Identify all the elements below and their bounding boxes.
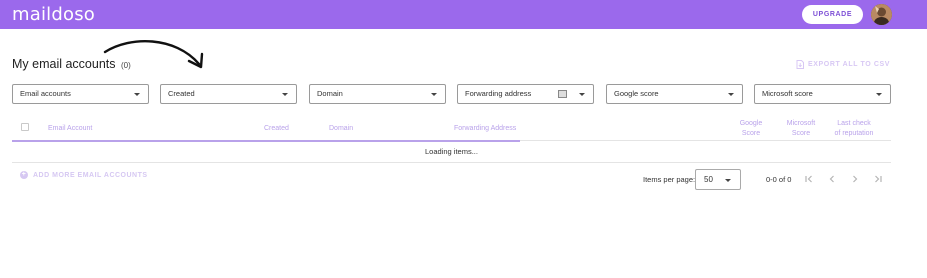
export-csv-label: EXPORT ALL TO CSV: [808, 61, 891, 68]
user-avatar-icon: [871, 4, 892, 25]
items-per-page-label: Items per page:: [643, 175, 696, 184]
upgrade-button[interactable]: UPGRADE: [802, 5, 863, 24]
chevron-down-icon: [728, 93, 734, 96]
filter-label: Forwarding address: [465, 89, 532, 98]
prev-page-icon: [829, 175, 834, 183]
column-header-line: Microsoft: [786, 120, 816, 127]
column-header-forwarding-address[interactable]: Forwarding Address: [454, 124, 516, 134]
next-page-button[interactable]: [849, 173, 861, 185]
first-page-icon: [805, 175, 812, 183]
filter-created[interactable]: Created: [160, 84, 297, 104]
prev-page-button[interactable]: [826, 173, 838, 185]
pagination-range: 0-0 of 0: [766, 175, 792, 184]
loading-message: Loading items...: [425, 147, 478, 156]
filter-forwarding-address[interactable]: Forwarding address: [457, 84, 594, 104]
chevron-down-icon: [431, 93, 437, 96]
chevron-down-icon: [134, 93, 140, 96]
filter-email-accounts[interactable]: Email accounts: [12, 84, 149, 104]
column-header-line: of reputation: [834, 130, 874, 137]
filter-domain[interactable]: Domain: [309, 84, 446, 104]
chevron-down-icon: [876, 93, 882, 96]
column-header-line: Google: [739, 120, 763, 127]
column-header-last-check[interactable]: Last check of reputation: [828, 119, 880, 139]
top-bar: maildoso UPGRADE: [0, 0, 927, 29]
filter-google-score[interactable]: Google score: [606, 84, 743, 104]
column-header-microsoft-score[interactable]: Microsoft Score: [776, 119, 826, 139]
items-per-page-value: 50: [704, 175, 713, 184]
column-header-line: Score: [791, 130, 811, 137]
export-csv-button[interactable]: EXPORT ALL TO CSV: [796, 60, 890, 69]
column-header-domain[interactable]: Domain: [329, 124, 353, 134]
filter-label: Email accounts: [20, 89, 71, 98]
avatar[interactable]: [871, 4, 892, 25]
next-page-icon: [853, 175, 858, 183]
filter-label: Domain: [317, 89, 343, 98]
chevron-down-icon: [725, 179, 731, 182]
loading-progress-bar: [12, 140, 520, 142]
select-all-checkbox[interactable]: [21, 123, 29, 131]
file-download-icon: [796, 60, 804, 69]
logo[interactable]: maildoso: [12, 4, 95, 25]
last-page-icon: [875, 175, 882, 183]
filter-microsoft-score[interactable]: Microsoft score: [754, 84, 891, 104]
filter-label: Created: [168, 89, 195, 98]
last-page-button[interactable]: [872, 173, 884, 185]
first-page-button[interactable]: [803, 173, 815, 185]
column-header-created[interactable]: Created: [264, 124, 289, 134]
add-more-label: ADD MORE EMAIL ACCOUNTS: [33, 171, 148, 179]
column-header-line: Score: [741, 130, 761, 137]
items-per-page-select[interactable]: 50: [695, 169, 741, 190]
filter-label: Google score: [614, 89, 659, 98]
column-header-line: Last check: [837, 120, 871, 127]
column-header-email-account[interactable]: Email Account: [48, 124, 92, 134]
column-header-google-score[interactable]: Google Score: [726, 119, 776, 139]
chevron-down-icon: [282, 93, 288, 96]
plus-circle-icon: +: [20, 171, 28, 179]
add-more-accounts-button[interactable]: + ADD MORE EMAIL ACCOUNTS: [20, 171, 148, 179]
chevron-down-icon: [579, 93, 585, 96]
filter-label: Microsoft score: [762, 89, 813, 98]
annotation-arrow: [103, 40, 204, 69]
table-row-divider: [12, 162, 891, 163]
calendar-icon[interactable]: [558, 90, 567, 98]
